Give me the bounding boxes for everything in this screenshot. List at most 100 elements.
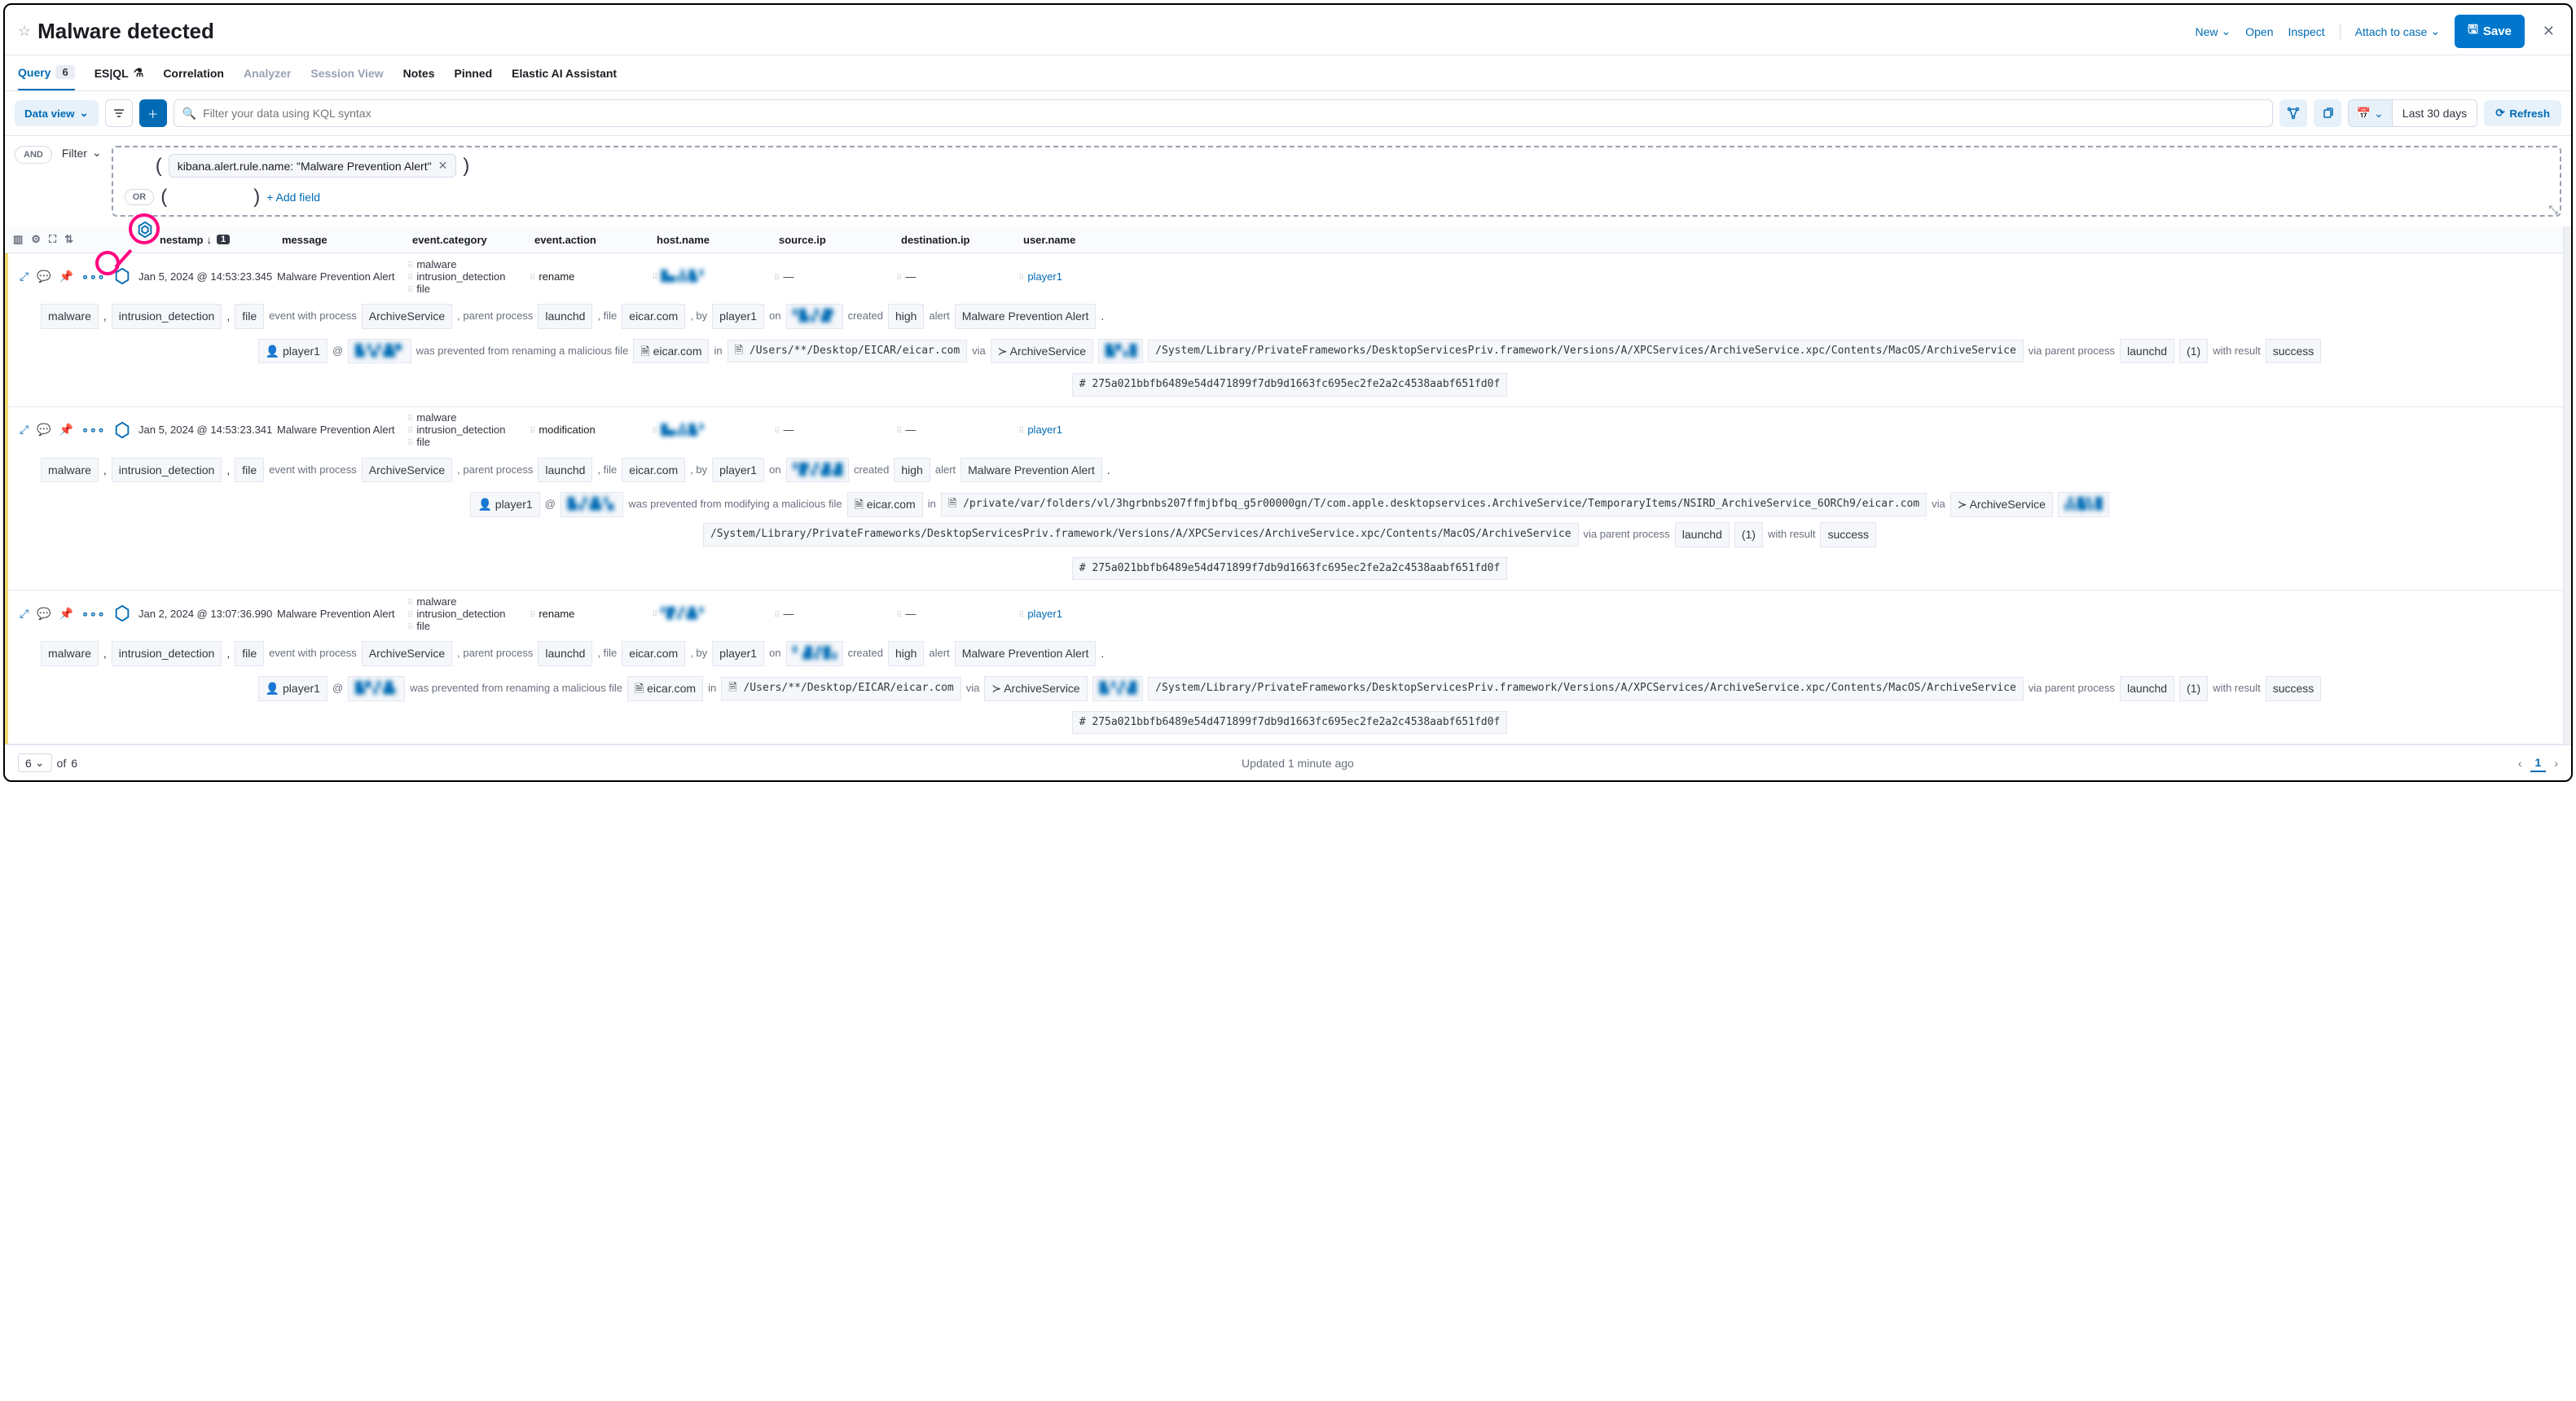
comment-icon[interactable]: 💬	[37, 270, 51, 283]
hash-chip[interactable]: # 275a021bbfb6489e54d471899f7db9d1663fc6…	[1072, 557, 1508, 581]
tag-cat3[interactable]: file	[235, 458, 264, 483]
tag-severity[interactable]: high	[888, 641, 924, 666]
tag-user[interactable]: player1	[712, 304, 764, 329]
tag-parent[interactable]: launchd	[538, 304, 592, 329]
tag-cat2[interactable]: intrusion_detection	[112, 641, 222, 666]
tag-parent[interactable]: launchd	[538, 458, 592, 483]
tab-session[interactable]: Session View	[310, 55, 383, 90]
detail-user[interactable]: 👤 player1	[258, 339, 327, 364]
detail-file[interactable]: 🗎 eicar.com	[847, 492, 923, 517]
detail-pid[interactable]: (1)	[2179, 339, 2208, 364]
detail-result[interactable]: success	[1820, 522, 1876, 547]
detail-path[interactable]: /System/Library/PrivateFrameworks/Deskto…	[703, 523, 1579, 547]
tag-cat1[interactable]: malware	[41, 304, 99, 329]
tab-correlation[interactable]: Correlation	[163, 55, 224, 90]
tag-file[interactable]: eicar.com	[622, 458, 685, 483]
comment-icon[interactable]: 💬	[37, 423, 51, 437]
page-number[interactable]: 1	[2530, 754, 2547, 772]
next-page-icon[interactable]: ›	[2554, 757, 2558, 770]
comment-icon[interactable]: 💬	[37, 607, 51, 621]
tag-rule[interactable]: Malware Prevention Alert	[961, 458, 1102, 483]
copy-icon[interactable]	[2314, 99, 2341, 127]
expand-icon[interactable]: ⤢	[20, 270, 29, 283]
detail-dir[interactable]: 🗎 /Users/**/Desktop/EICAR/eicar.com	[721, 677, 961, 700]
detail-process[interactable]: ≻ ArchiveService	[984, 676, 1087, 701]
more-icon[interactable]: ∘∘∘	[81, 270, 105, 283]
expand-icon[interactable]: ⤢	[20, 607, 29, 621]
star-icon[interactable]: ☆	[18, 23, 31, 40]
detail-path[interactable]: /System/Library/PrivateFrameworks/Deskto…	[1148, 340, 2024, 363]
tag-severity[interactable]: high	[894, 458, 930, 483]
tag-host[interactable]: ▘█▖▞▗█▘	[786, 304, 843, 329]
hexagon-icon[interactable]	[113, 267, 131, 285]
th-message[interactable]: message	[274, 227, 404, 253]
tag-process[interactable]: ArchiveService	[362, 458, 452, 483]
settings-icon[interactable]: ⚙	[31, 233, 41, 246]
detail-process[interactable]: ≻ ArchiveService	[1950, 492, 2053, 517]
tag-rule[interactable]: Malware Prevention Alert	[955, 304, 1097, 329]
pin-icon[interactable]: 📌	[59, 270, 73, 283]
detail-user[interactable]: 👤 player1	[470, 492, 539, 517]
calendar-icon[interactable]: 📅 ⌄	[2349, 100, 2393, 126]
page-size[interactable]: 6 ⌄	[18, 753, 52, 772]
filter-menu[interactable]: Filter ⌄	[62, 146, 102, 160]
th-host[interactable]: host.name	[648, 227, 771, 253]
tag-user[interactable]: player1	[712, 641, 764, 666]
filter-toggle-icon[interactable]	[105, 99, 133, 127]
detail-hash-short[interactable]: ▞▖█▞▖█	[2058, 492, 2109, 517]
inspect-button[interactable]: Inspect	[2288, 25, 2324, 38]
th-category[interactable]: event.category	[404, 227, 526, 253]
filter-chip-kql[interactable]: kibana.alert.rule.name: "Malware Prevent…	[169, 154, 457, 178]
dataview-button[interactable]: Data view ⌄	[15, 100, 99, 126]
date-picker[interactable]: 📅 ⌄ Last 30 days	[2348, 99, 2477, 127]
add-field-link[interactable]: + Add field	[266, 191, 320, 204]
detail-pid[interactable]: (1)	[2179, 676, 2208, 701]
tag-host[interactable]: ▘▗█▗▘█▗	[786, 641, 843, 666]
detail-result[interactable]: success	[2266, 676, 2322, 701]
hash-chip[interactable]: # 275a021bbfb6489e54d471899f7db9d1663fc6…	[1072, 373, 1508, 397]
hexagon-icon[interactable]	[113, 421, 131, 439]
cell-user[interactable]: player1	[1018, 424, 2571, 436]
add-filter-icon[interactable]: ＋	[139, 99, 167, 127]
detail-result[interactable]: success	[2266, 339, 2322, 364]
detail-file[interactable]: 🗎 eicar.com	[627, 676, 703, 701]
th-sourceip[interactable]: source.ip	[771, 227, 893, 253]
remove-filter-icon[interactable]: ✕	[438, 159, 448, 173]
refresh-button[interactable]: ⟳ Refresh	[2484, 100, 2561, 126]
kql-input[interactable]	[203, 107, 2264, 120]
detail-dir[interactable]: 🗎 /Users/**/Desktop/EICAR/eicar.com	[728, 340, 968, 363]
th-destip[interactable]: destination.ip	[893, 227, 1015, 253]
tag-cat1[interactable]: malware	[41, 641, 99, 666]
tab-analyzer[interactable]: Analyzer	[244, 55, 291, 90]
tag-rule[interactable]: Malware Prevention Alert	[955, 641, 1097, 666]
detail-file[interactable]: 🗎 eicar.com	[633, 339, 709, 364]
scrollbar[interactable]	[2563, 226, 2571, 744]
tab-esql[interactable]: ES|QL ⚗	[95, 55, 144, 90]
tag-cat2[interactable]: intrusion_detection	[112, 304, 222, 329]
hexagon-icon[interactable]	[113, 604, 131, 622]
detail-hash-short[interactable]: █▖▘▞▗█	[1092, 676, 1144, 701]
detail-hash-short[interactable]: █▞▘▖█	[1098, 339, 1143, 364]
detail-parent[interactable]: launchd	[1675, 522, 1730, 547]
tag-file[interactable]: eicar.com	[622, 641, 685, 666]
tab-notes[interactable]: Notes	[403, 55, 435, 90]
attach-case-button[interactable]: Attach to case ⌄	[2355, 24, 2440, 38]
detail-host[interactable]: █▞▘▞▗█▖	[348, 676, 405, 701]
tag-severity[interactable]: high	[888, 304, 924, 329]
tag-process[interactable]: ArchiveService	[362, 641, 452, 666]
tag-file[interactable]: eicar.com	[622, 304, 685, 329]
fullscreen-icon[interactable]: ⛶	[49, 233, 56, 246]
tag-parent[interactable]: launchd	[538, 641, 592, 666]
new-button[interactable]: New ⌄	[2195, 24, 2231, 38]
close-icon[interactable]: ✕	[2539, 23, 2558, 40]
sort-icon[interactable]: ⇅	[64, 233, 73, 246]
detail-path[interactable]: /System/Library/PrivateFrameworks/Deskto…	[1148, 677, 2024, 700]
tag-cat1[interactable]: malware	[41, 458, 99, 483]
tag-process[interactable]: ArchiveService	[362, 304, 452, 329]
save-button[interactable]: 🖫 Save	[2455, 15, 2525, 48]
detail-dir[interactable]: 🗎 /private/var/folders/vl/3hgrbnbs207ffm…	[941, 493, 1927, 516]
search-bar[interactable]: 🔍	[174, 99, 2273, 127]
detail-host[interactable]: █▖▚▞▗█▞▘	[348, 339, 411, 364]
detail-parent[interactable]: launchd	[2120, 676, 2174, 701]
th-action[interactable]: event.action	[526, 227, 648, 253]
